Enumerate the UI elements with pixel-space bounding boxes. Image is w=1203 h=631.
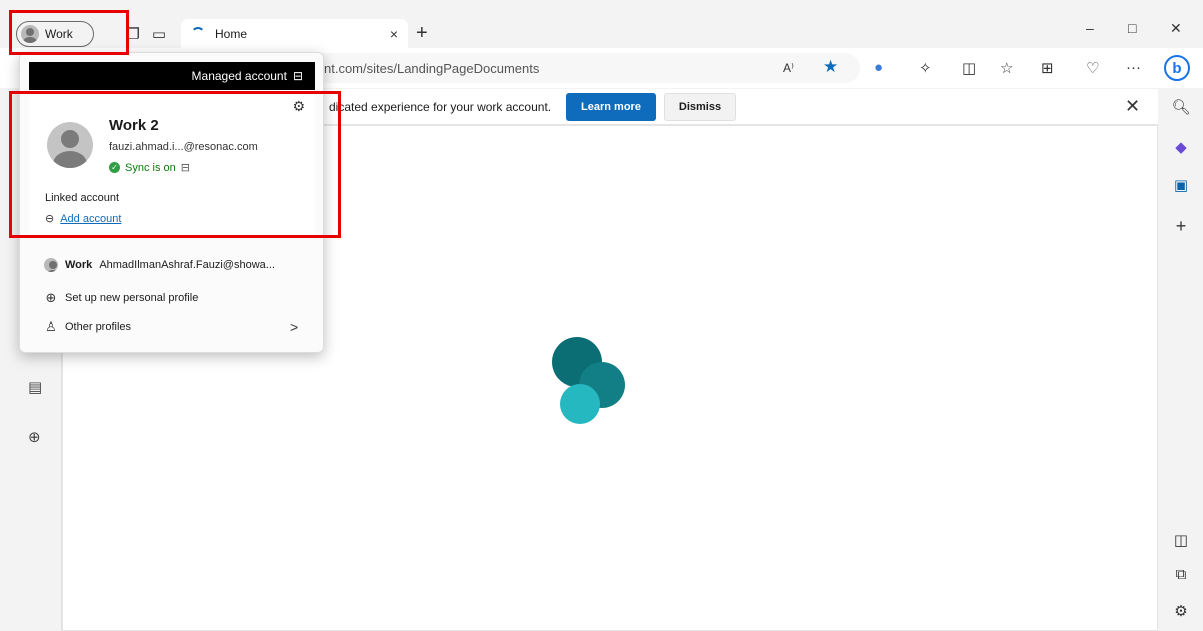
copilot-apps-icon[interactable]: ◆: [1171, 138, 1191, 156]
url-text: nt.com/sites/LandingPageDocuments: [324, 60, 540, 76]
more-menu-icon[interactable]: ···: [1126, 59, 1141, 76]
linked-account-label: Linked account: [45, 192, 119, 204]
add-sidebar-app-icon[interactable]: +: [1171, 216, 1191, 237]
read-aloud-icon[interactable]: A⁾: [783, 61, 794, 75]
profiles-icon: ♙: [45, 319, 57, 334]
profile-name: Work 2: [109, 117, 159, 134]
setup-personal-profile-item[interactable]: ⊕ Set up new personal profile: [44, 290, 199, 306]
profile-email: fauzi.ahmad.i...@resonac.com: [109, 141, 258, 153]
title-bar: Work ❐ ▭ Home × + – □ ✕: [0, 0, 1203, 49]
sidebar-add-icon[interactable]: ⊕: [28, 428, 41, 446]
profile-button[interactable]: Work: [16, 21, 94, 47]
profile-avatar-icon: [21, 25, 39, 43]
browser-essentials-icon[interactable]: ♡: [1086, 59, 1099, 77]
learn-more-button[interactable]: Learn more: [566, 93, 656, 121]
maximize-button[interactable]: □: [1128, 20, 1136, 36]
minimize-button[interactable]: –: [1086, 20, 1094, 36]
plus-circle-icon: ⊕: [45, 290, 57, 305]
profile-label: Work: [45, 27, 73, 41]
sidebar-list-icon[interactable]: ▤: [28, 378, 42, 396]
managed-account-banner: Managed account ⊟: [29, 62, 315, 90]
profile-avatar-large-icon: [47, 122, 93, 168]
extensions-puzzle-icon[interactable]: ✧: [919, 59, 932, 77]
outlook-icon[interactable]: ▣: [1171, 176, 1191, 194]
collections-icon[interactable]: ⊞: [1041, 59, 1054, 77]
new-tab-button[interactable]: +: [416, 22, 428, 45]
external-link-icon[interactable]: ⧉: [1171, 566, 1191, 583]
tab-actions-icon[interactable]: ▭: [149, 24, 169, 44]
favorites-icon[interactable]: ☆: [1000, 59, 1013, 77]
work-profile-name: Work: [65, 259, 93, 271]
current-profile-card: ⚙ Work 2 fauzi.ahmad.i...@resonac.com ✓ …: [29, 90, 315, 236]
chevron-right-icon: >: [290, 319, 299, 335]
info-close-icon[interactable]: ✕: [1125, 96, 1140, 117]
profile-flyout: Managed account ⊟ ⚙ Work 2 fauzi.ahmad.i…: [19, 52, 324, 353]
add-account-link[interactable]: ⊖ Add account: [45, 212, 122, 226]
close-window-button[interactable]: ✕: [1170, 20, 1182, 37]
profile-settings-gear-icon[interactable]: ⚙: [292, 98, 305, 115]
setup-personal-profile-text: Set up new personal profile: [65, 292, 199, 304]
add-account-text: Add account: [60, 212, 122, 225]
sync-status-text: Sync is on: [125, 161, 176, 174]
workspaces-icon[interactable]: ❐: [123, 24, 143, 44]
search-icon[interactable]: 🔍︎: [1171, 98, 1191, 116]
tab-close-button[interactable]: ×: [390, 26, 398, 42]
copilot-icon[interactable]: b: [1164, 55, 1190, 81]
extension-icon[interactable]: ●: [874, 59, 883, 76]
sync-briefcase-icon: ⊟: [180, 162, 190, 174]
work-profile-email: AhmadIlmanAshraf.Fauzi@showa...: [99, 259, 275, 271]
managed-account-label: Managed account: [191, 69, 287, 83]
sharepoint-loading-logo: [549, 337, 629, 427]
loader-ball-small: [560, 384, 600, 424]
other-profiles-text: Other profiles: [65, 321, 132, 333]
work-profile-avatar-icon: [44, 258, 58, 272]
tab-home[interactable]: Home ×: [181, 19, 408, 49]
info-message: dicated experience for your work account…: [329, 100, 552, 114]
other-profiles-item[interactable]: ♙ Other profiles: [44, 319, 131, 335]
split-screen-icon[interactable]: ◫: [962, 59, 976, 77]
hide-sidebar-icon[interactable]: ◫: [1171, 531, 1191, 549]
sidebar-settings-icon[interactable]: ⚙: [1171, 602, 1191, 620]
profile-item-work[interactable]: Work AhmadIlmanAshraf.Fauzi@showa...: [44, 258, 275, 272]
loading-spinner-icon: [191, 27, 205, 41]
right-sidebar: 🔍︎ ◆ ▣ + ◫ ⧉ ⚙: [1159, 88, 1203, 631]
dismiss-button[interactable]: Dismiss: [664, 93, 736, 121]
tab-title: Home: [215, 27, 248, 41]
link-icon: ⊖: [45, 213, 55, 225]
briefcase-icon: ⊟: [292, 69, 303, 83]
sync-status: ✓ Sync is on ⊟: [109, 161, 190, 174]
sync-check-icon: ✓: [109, 162, 120, 173]
favorite-star-icon[interactable]: ★: [823, 57, 838, 77]
